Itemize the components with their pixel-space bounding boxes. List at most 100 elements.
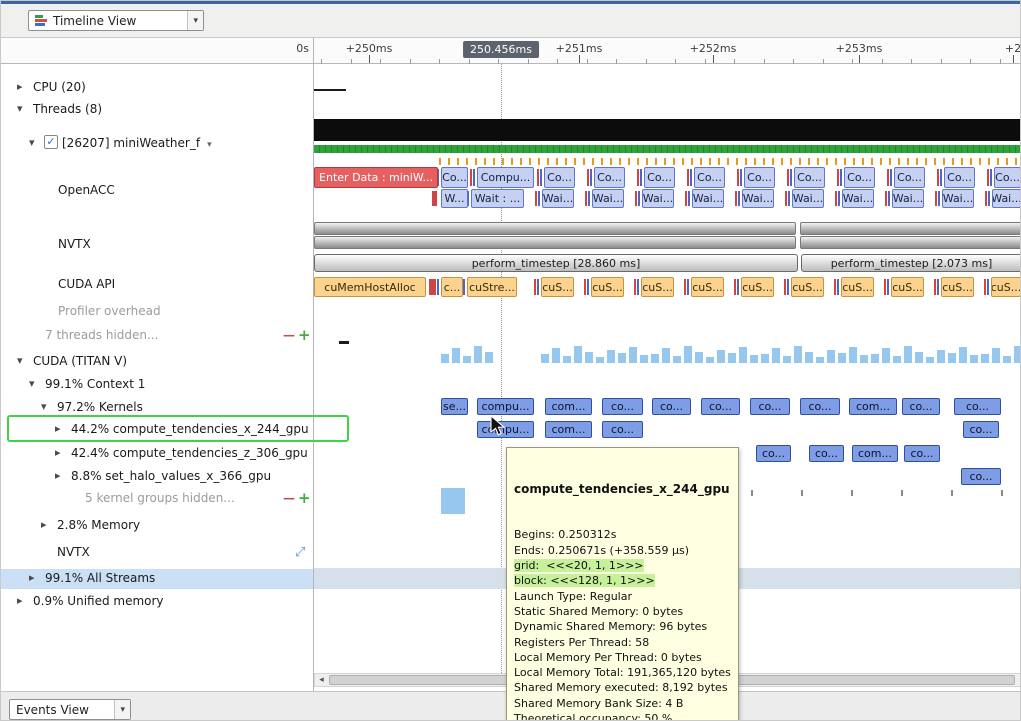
openacc-wait-event[interactable]: Wai... [942,189,974,208]
openacc-wait-event[interactable]: Wai... [792,189,824,208]
cuda-api-event[interactable]: cuS... [841,277,874,297]
openacc-compute-event[interactable]: Co... [944,167,975,188]
openacc-wait-event[interactable]: Wai... [992,189,1021,208]
openacc-wait-event[interactable]: Wait : ... [471,189,524,208]
sidebar-row-memory[interactable]: ▸2.8% Memory [1,516,314,536]
remove-rows-button[interactable]: — [283,491,295,505]
tree-collapse-arrow-icon[interactable]: ▾ [41,400,47,413]
openacc-compute-event[interactable]: Co... [844,167,875,188]
restore-rows-button[interactable]: + [298,489,311,507]
openacc-compute-event[interactable]: Co... [744,167,775,188]
sidebar-row-threads[interactable]: ▾Threads (8) [1,100,314,120]
tree-expand-arrow-icon[interactable]: ▸ [17,594,23,607]
openacc-compute-event[interactable]: Compu... [477,167,534,188]
kernels-summary-event[interactable]: compu... [477,398,534,415]
openacc-wait-event[interactable]: W... [441,189,468,208]
tree-expand-arrow-icon[interactable]: ▸ [29,571,35,584]
kernels-summary-event[interactable]: se... [441,398,468,415]
openacc-compute-event[interactable]: Co... [644,167,675,188]
timeline-view-dropdown[interactable]: Timeline View ▾ [28,10,204,31]
cuda-api-event[interactable]: cuStre... [467,277,517,297]
sidebar-row-kernel-halo[interactable]: ▸8.8% set_halo_values_x_366_gpu [1,467,314,487]
openacc-compute-event[interactable]: Co... [794,167,825,188]
kernels-summary-event[interactable]: co... [800,398,840,415]
openacc-compute-event[interactable]: Co... [441,167,468,188]
sidebar-row-cpu[interactable]: ▸CPU (20) [1,78,314,98]
cuda-api-event[interactable]: cuS... [791,277,824,297]
kernels-summary-event[interactable]: co... [701,398,740,415]
cuda-api-event[interactable]: cuS... [941,277,974,297]
kernel-z-row-event[interactable]: co... [809,445,844,462]
sidebar-row-openacc[interactable]: OpenACC [1,181,314,201]
sidebar-row-unified-memory[interactable]: ▸0.9% Unified memory [1,592,314,612]
chevron-down-icon[interactable]: ▾ [114,700,130,719]
openacc-compute-event[interactable]: Enter Data : miniW... [314,167,438,188]
sidebar-row-nvtx-thread[interactable]: NVTX [1,235,314,255]
kernel-halo-row-event[interactable]: co... [961,468,1001,485]
tree-expand-arrow-icon[interactable]: ▸ [55,446,61,459]
tree-expand-arrow-icon[interactable]: ▸ [17,80,23,93]
sidebar-row-cuda-api[interactable]: CUDA API [1,275,314,295]
sidebar-row-profiler-overhead[interactable]: Profiler overhead [1,302,314,322]
cuda-api-event[interactable]: cuS... [891,277,924,297]
panel-splitter[interactable] [313,38,314,691]
openacc-compute-event[interactable]: Co... [694,167,725,188]
nvtx-range-event[interactable]: perform_timestep [2.073 ms] [801,254,1021,272]
expand-row-icon[interactable]: ⤢ [295,545,305,560]
openacc-wait-event[interactable]: Wai... [842,189,874,208]
cuda-api-event[interactable]: cuS... [991,277,1021,297]
chevron-down-icon[interactable]: ▾ [207,140,212,150]
cuda-api-event[interactable]: cuMemHostAlloc [314,277,426,297]
kernel-x-row-event[interactable]: com... [545,421,592,438]
tree-expand-arrow-icon[interactable]: ▸ [55,469,61,482]
restore-rows-button[interactable]: + [298,326,311,344]
cuda-api-event[interactable]: cuS... [641,277,674,297]
kernels-summary-event[interactable]: com... [849,398,897,415]
openacc-compute-event[interactable]: Co... [594,167,625,188]
cuda-api-event[interactable]: cuS... [691,277,724,297]
cuda-api-event[interactable]: c... [441,277,463,297]
openacc-wait-event[interactable]: Wai... [892,189,924,208]
kernel-z-row-event[interactable]: co... [904,445,940,462]
openacc-compute-event[interactable]: Co... [544,167,575,188]
tree-collapse-arrow-icon[interactable]: ▾ [17,102,23,115]
kernel-z-row-event[interactable]: com... [852,445,898,462]
kernels-summary-event[interactable]: co... [750,398,790,415]
events-view-dropdown[interactable]: Events View ▾ [9,699,131,720]
sidebar-row-kernels-hidden[interactable]: 5 kernel groups hidden...—+ [1,489,314,509]
kernels-summary-event[interactable]: co... [954,398,1001,415]
cuda-api-event[interactable]: cuS... [591,277,624,297]
thread-visibility-checkbox[interactable]: ✓ [44,135,58,149]
cuda-api-event[interactable]: cuS... [741,277,774,297]
kernel-x-row-event[interactable]: co... [963,421,999,438]
sidebar-row-thread-miniweather[interactable]: ▾✓[26207] miniWeather_f▾ [1,134,314,154]
sidebar-row-context1[interactable]: ▾99.1% Context 1 [1,375,314,395]
kernel-z-row-event[interactable]: co... [756,445,791,462]
openacc-wait-event[interactable]: Wai... [692,189,724,208]
cuda-api-event[interactable]: cuS... [541,277,574,297]
sidebar-row-threads-hidden[interactable]: 7 threads hidden...—+ [1,326,314,346]
openacc-compute-event[interactable]: Co... [994,167,1021,188]
tree-collapse-arrow-icon[interactable]: ▾ [17,354,23,367]
sidebar-row-all-streams[interactable]: ▸99.1% All Streams [1,569,314,589]
openacc-wait-event[interactable]: Wai... [742,189,774,208]
tree-collapse-arrow-icon[interactable]: ▾ [29,377,35,390]
kernel-x-row-event[interactable]: co... [602,421,643,438]
chevron-down-icon[interactable]: ▾ [187,11,203,30]
openacc-wait-event[interactable]: Wai... [542,189,574,208]
openacc-compute-event[interactable]: Co... [894,167,925,188]
kernels-summary-event[interactable]: co... [602,398,643,415]
tree-collapse-arrow-icon[interactable]: ▾ [29,136,35,149]
kernels-summary-event[interactable]: co... [652,398,691,415]
sidebar-row-kernel-z[interactable]: ▸42.4% compute_tendencies_z_306_gpu [1,444,314,464]
kernels-summary-event[interactable]: com... [545,398,592,415]
nvtx-range-event[interactable]: perform_timestep [28.860 ms] [314,254,798,272]
openacc-wait-event[interactable]: Wai... [592,189,624,208]
scroll-left-arrow-icon[interactable]: ◂ [315,674,328,686]
sidebar-row-nvtx-device[interactable]: NVTX⤢ [1,543,314,563]
openacc-wait-event[interactable]: Wai... [642,189,674,208]
sidebar-row-cuda-device[interactable]: ▾CUDA (TITAN V) [1,352,314,372]
remove-rows-button[interactable]: — [283,328,295,342]
tree-expand-arrow-icon[interactable]: ▸ [41,518,47,531]
kernels-summary-event[interactable]: co... [902,398,940,415]
